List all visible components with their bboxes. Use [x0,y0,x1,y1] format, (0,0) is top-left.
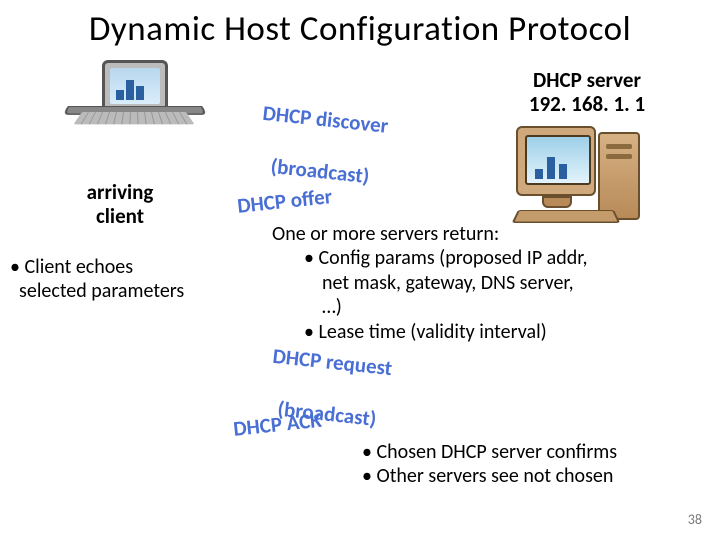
text: DHCP discover [261,100,389,139]
bar-icon [547,157,555,179]
text: DHCP server [533,67,641,93]
text: • Lease time (validity interval) [304,320,547,344]
dhcp-server-label: DHCP server 192. 168. 1. 1 [502,68,672,116]
server-ip: 192. 168. 1. 1 [529,91,645,117]
text: One or more servers return: [272,222,499,246]
text: • Chosen DHCP server confirms [362,440,617,464]
bar-icon [535,169,543,179]
offer-return-bullets: One or more servers return: • Config par… [272,222,712,344]
laptop-keyboard [73,112,194,124]
arriving-client-label: arriving client [60,180,180,228]
laptop-screen [110,68,160,104]
bar-icon [126,80,134,100]
text: DHCP request [271,343,393,381]
dhcp-server-graphic [516,126,646,236]
text: arriving [87,179,154,205]
text: net mask, gateway, DNS server, [322,271,574,295]
arriving-client-graphic [68,60,188,180]
pc-tower [598,132,640,220]
text: • Other servers see not chosen [362,464,613,488]
monitor-screen [525,135,591,185]
bar-icon [136,86,144,100]
monitor-stand [542,196,572,208]
text: • Client echoes [10,255,133,279]
monitor-frame [516,126,596,196]
slide-title: Dynamic Host Configuration Protocol [0,8,720,50]
bar-icon [559,164,567,179]
bar-icon [116,90,124,100]
text: selected parameters [19,279,184,303]
text: …) [322,295,342,319]
ack-confirm-bullets: • Chosen DHCP server confirms • Other se… [362,440,712,489]
page-number: 38 [688,511,702,528]
laptop-frame [102,60,168,112]
text: • Config params (proposed IP addr, [304,246,588,270]
client-echoes-bullet: • Client echoes selected parameters [10,255,230,304]
text: client [96,203,144,229]
